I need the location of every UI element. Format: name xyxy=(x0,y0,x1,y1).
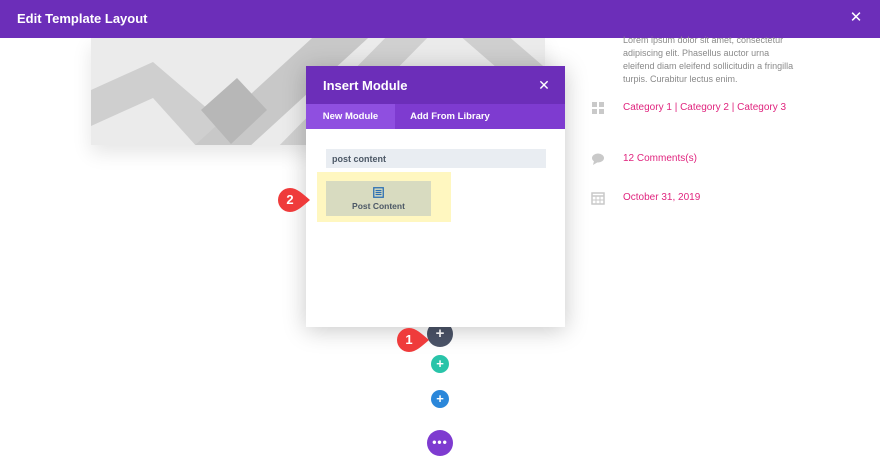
post-date: October 31, 2019 xyxy=(623,192,701,203)
builder-stage: Edit Template Layout ✕ Lorem ipsum dolor… xyxy=(0,0,880,474)
modal-header: Insert Module ✕ xyxy=(306,66,565,104)
tab-new-module[interactable]: New Module xyxy=(306,104,395,129)
insert-module-modal: Insert Module ✕ New Module Add From Libr… xyxy=(306,66,565,327)
close-icon[interactable]: ✕ xyxy=(535,76,553,94)
more-options-button[interactable]: ••• xyxy=(427,430,453,456)
close-icon[interactable]: ✕ xyxy=(846,8,866,28)
tab-add-from-library[interactable]: Add From Library xyxy=(395,104,505,129)
categories-link[interactable]: Category 1 | Category 2 | Category 3 xyxy=(623,101,791,114)
callout-number: 2 xyxy=(286,192,294,207)
post-content-icon xyxy=(373,187,384,198)
post-excerpt: Lorem ipsum dolor sit amet, consectetur … xyxy=(623,35,794,84)
calendar-icon xyxy=(591,192,605,205)
post-content-label: Post Content xyxy=(352,201,405,211)
post-content-module-button[interactable]: Post Content xyxy=(326,181,431,216)
page-title: Edit Template Layout xyxy=(17,11,148,26)
modal-title: Insert Module xyxy=(323,78,408,93)
comments-link[interactable]: 12 Comments(s) xyxy=(623,152,791,165)
callout-marker-2: 2 xyxy=(277,187,311,213)
top-bar: Edit Template Layout ✕ xyxy=(0,0,880,38)
modal-tabs: New Module Add From Library xyxy=(306,104,565,129)
module-search-input[interactable] xyxy=(326,149,546,168)
grid-icon xyxy=(592,102,604,114)
add-row-button[interactable]: + xyxy=(431,355,449,373)
comment-icon xyxy=(592,153,604,165)
add-section-button[interactable]: + xyxy=(431,390,449,408)
callout-number: 1 xyxy=(405,332,413,347)
callout-marker-1: 1 xyxy=(396,327,430,353)
